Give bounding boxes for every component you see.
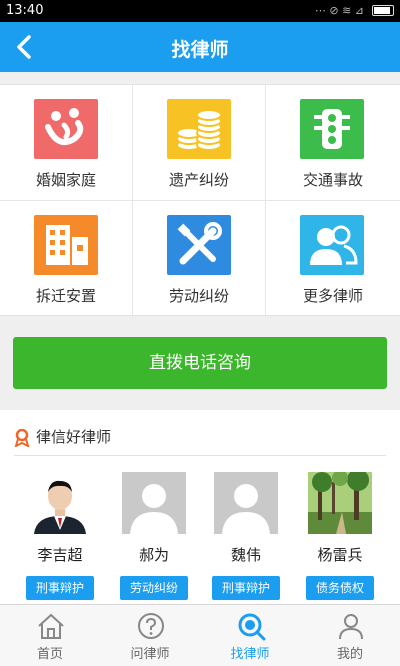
status-indicators: ⋯ ⊘ ≋ ⊿ — [314, 4, 364, 17]
avatar-placeholder-icon — [214, 472, 278, 534]
section-header: 律信好律师 — [14, 422, 386, 456]
category-label: 拆迁安置 — [35, 287, 96, 305]
category-label: 交通事故 — [302, 171, 363, 189]
avatar-placeholder-icon — [122, 472, 186, 534]
lawyer-specialty-tag[interactable]: 劳动纠纷 — [120, 576, 188, 600]
status-bar: 13:40 ⋯ ⊘ ≋ ⊿ — [0, 0, 400, 22]
bottom-tab-bar: 首页 问律师 找律师 我的 — [0, 604, 400, 666]
page-title: 找律师 — [171, 39, 229, 61]
category-label: 劳动纠纷 — [168, 287, 229, 305]
category-traffic[interactable]: 交通事故 — [266, 85, 400, 201]
building-icon — [34, 215, 98, 275]
tab-label: 首页 — [36, 647, 63, 662]
tab-label: 找律师 — [230, 647, 270, 662]
lawyer-name: 杨雷兵 — [317, 546, 363, 564]
tab-label: 问律师 — [130, 647, 170, 662]
lawyers-section: 律信好律师 李吉超 刑事辩护 郝为 劳动纠纷 魏伟 刑事辩护 杨雷兵 债务债权 — [0, 410, 400, 610]
section-title: 律信好律师 — [36, 428, 112, 446]
question-icon — [138, 613, 164, 639]
tab-ask-lawyer[interactable]: 问律师 — [100, 605, 200, 666]
call-consult-button[interactable]: 直拨电话咨询 — [13, 337, 387, 389]
status-icons: ⋯ ⊘ ≋ ⊿ — [315, 4, 394, 17]
category-grid: 婚姻家庭 遗产纠纷 交通事故 拆迁安置 劳动纠纷 更多律师 — [0, 84, 400, 317]
coins-icon — [167, 99, 231, 159]
lawyer-name: 郝为 — [138, 546, 169, 564]
traffic-light-icon — [300, 99, 364, 159]
tab-label: 我的 — [336, 647, 363, 662]
award-icon — [14, 429, 30, 447]
lawyer-name: 李吉超 — [37, 546, 83, 564]
tab-find-lawyer[interactable]: 找律师 — [200, 605, 300, 666]
lawyer-name: 魏伟 — [230, 546, 261, 564]
category-label: 婚姻家庭 — [35, 171, 96, 189]
tab-mine[interactable]: 我的 — [300, 605, 400, 666]
portrait-photo — [28, 472, 92, 534]
user-icon — [339, 614, 363, 640]
users-icon — [300, 215, 364, 275]
status-time: 13:40 — [6, 3, 44, 18]
lawyer-specialty-tag[interactable]: 刑事辩护 — [26, 576, 94, 600]
battery-icon — [372, 5, 394, 16]
marriage-icon — [34, 99, 98, 159]
category-relocation[interactable]: 拆迁安置 — [0, 201, 133, 317]
category-more[interactable]: 更多律师 — [266, 201, 400, 317]
search-icon — [238, 613, 266, 641]
category-label: 更多律师 — [302, 287, 363, 305]
forest-photo — [308, 472, 372, 534]
category-inheritance[interactable]: 遗产纠纷 — [133, 85, 266, 201]
header-bar: 找律师 — [0, 22, 400, 72]
category-labor[interactable]: 劳动纠纷 — [133, 201, 266, 317]
category-label: 遗产纠纷 — [168, 171, 229, 189]
home-icon — [38, 613, 64, 639]
category-marriage[interactable]: 婚姻家庭 — [0, 85, 133, 201]
tab-home[interactable]: 首页 — [0, 605, 100, 666]
lawyer-specialty-tag[interactable]: 债务债权 — [306, 576, 374, 600]
lawyer-specialty-tag[interactable]: 刑事辩护 — [212, 576, 280, 600]
tools-icon — [167, 215, 231, 275]
